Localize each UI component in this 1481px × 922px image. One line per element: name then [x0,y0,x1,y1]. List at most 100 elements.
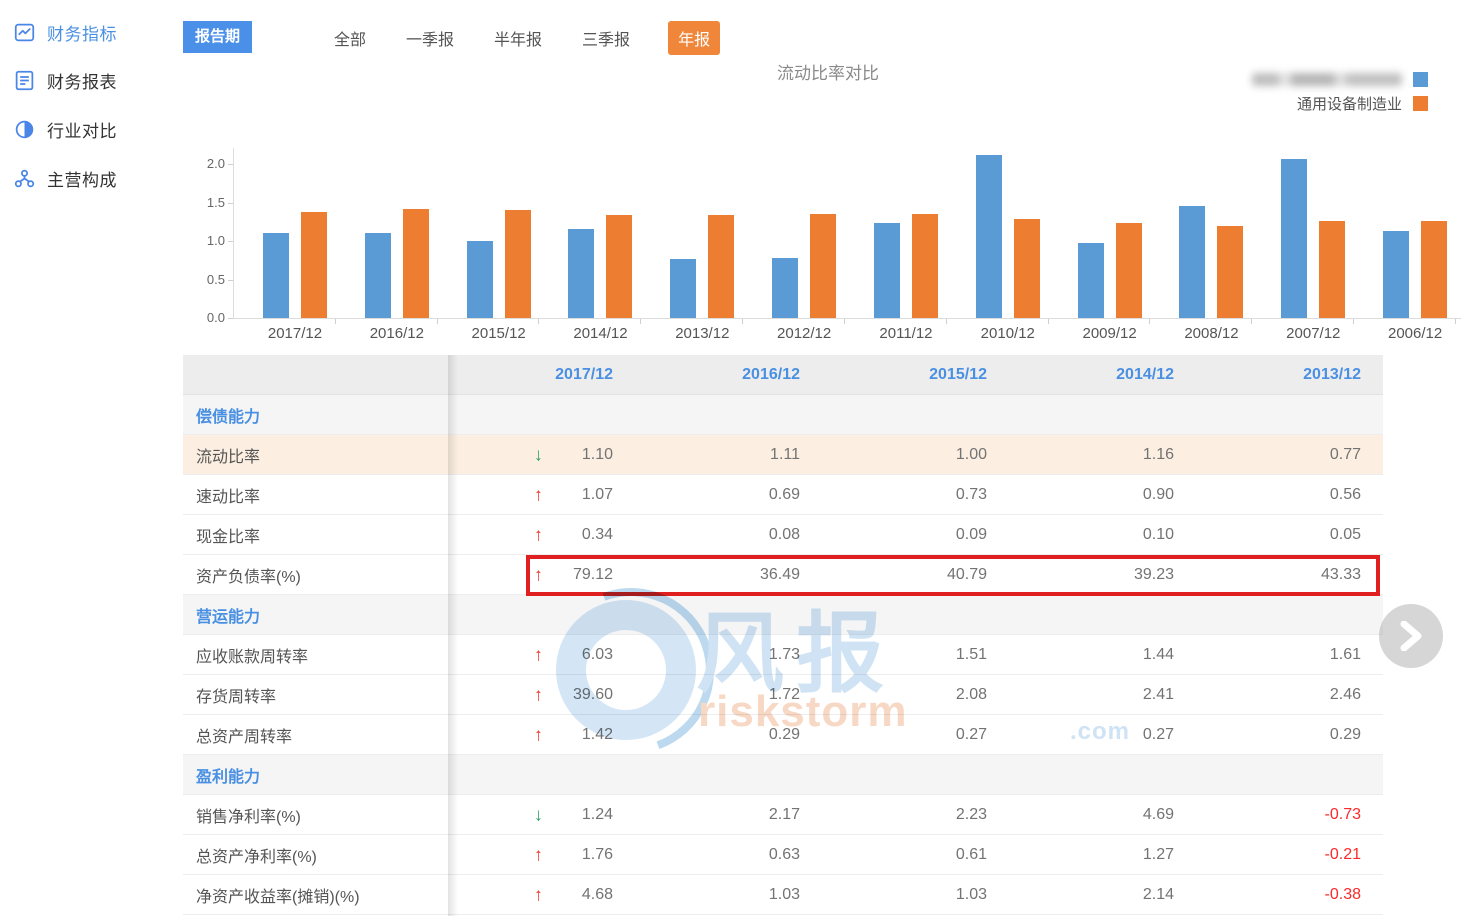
cell-value: 2.08 [956,686,987,704]
value-cell: ↑6.03 [448,635,635,674]
row-label: 净资产收益率(摊销)(%) [183,875,448,914]
bar-company [1078,243,1104,318]
table-row[interactable]: 总资产周转率↑1.420.290.270.270.29 [183,715,1383,755]
bar-industry [1014,219,1040,318]
value-cell: 1.72 [635,675,822,714]
row-label: 资产负债率(%) [183,555,448,594]
cell-value: 43.33 [1321,566,1361,584]
trend-up-icon: ↑ [534,724,543,745]
value-cell: 0.10 [1009,515,1196,554]
bar-company [263,233,289,318]
table-row[interactable]: 速动比率↑1.070.690.730.900.56 [183,475,1383,515]
x-axis-label: 2016/12 [345,325,449,342]
value-cell: 1.73 [635,635,822,674]
financial-indicators-table: 2017/122016/122015/122014/122013/12偿债能力流… [183,355,1383,915]
value-cell: 0.73 [822,475,1009,514]
sidebar-item-2[interactable]: 财务报表 [14,68,117,93]
value-cell: ↓1.10 [448,435,635,474]
value-cell: 0.29 [635,715,822,754]
cell-value: 0.61 [956,846,987,864]
table-row[interactable]: 存货周转率↑39.601.72 2.08 2.41 2.46 [183,675,1383,715]
y-axis [233,148,234,318]
table-row[interactable]: 净资产收益率(摊销)(%)↑4.681.031.032.14-0.38 [183,875,1383,915]
y-tick-label: 0.5 [189,272,225,287]
value-cell: 39.23 [1009,555,1196,594]
line-chart-icon [14,22,35,43]
legend-item-industry[interactable]: 通用设备制造业 [1252,95,1428,111]
cell-value: 0.77 [1330,446,1361,464]
cell-value: 36.49 [760,566,800,584]
sidebar-item-label: 财务指标 [47,20,117,45]
x-axis-label: 2015/12 [447,325,551,342]
y-tick-mark [228,241,233,242]
table-row[interactable]: 应收账款周转率↑6.031.731.511.441.61 [183,635,1383,675]
value-cell: 0.61 [822,835,1009,874]
cell-value: 2.41 [1143,686,1174,704]
table-row[interactable]: 现金比率↑0.340.080.090.100.05 [183,515,1383,555]
table-row[interactable]: 资产负债率(%)↑79.1236.4940.7939.2343.33 [183,555,1383,595]
cell-value: 4.68 [582,886,613,904]
y-tick-mark [228,203,233,204]
value-cell: ↑0.34 [448,515,635,554]
column-header: 2015/12 [822,355,1009,394]
cell-value: 39.23 [1134,566,1174,584]
sidebar-item-label: 行业对比 [47,117,117,142]
cell-value: 2.46 [1330,686,1361,704]
cell-value: 1.07 [582,486,613,504]
table-row[interactable]: 流动比率↓1.101.111.001.160.77 [183,435,1383,475]
value-cell: 1.03 [822,875,1009,914]
legend-swatch-company [1413,72,1428,87]
x-axis-label: 2013/12 [650,325,754,342]
table-row[interactable]: 总资产净利率(%)↑1.760.630.611.27-0.21 [183,835,1383,875]
sidebar-item-4[interactable]: 主营构成 [14,166,117,191]
value-cell: ↑1.07 [448,475,635,514]
bar-industry [505,210,531,318]
x-tick-mark [946,319,947,324]
x-axis [233,318,1461,319]
row-label: 总资产周转率 [183,715,448,754]
row-label: 存货周转率 [183,675,448,714]
tab-1[interactable]: 全部 [332,21,368,55]
value-cell: 0.08 [635,515,822,554]
chart-legend: 通用设备制造业 [1252,71,1428,111]
cell-value: 2.23 [956,806,987,824]
sidebar-item-1[interactable]: 财务指标 [14,20,117,45]
x-axis-label: 2007/12 [1261,325,1365,342]
value-cell: 4.69 [1009,795,1196,834]
cell-value: 6.03 [582,646,613,664]
y-tick-mark [228,280,233,281]
report-icon [14,70,35,91]
next-columns-button[interactable] [1379,604,1443,668]
tab-2[interactable]: 一季报 [404,21,456,55]
trend-up-icon: ↑ [534,884,543,905]
cell-value: 0.29 [1330,726,1361,744]
trend-up-icon: ↑ [534,564,543,585]
value-cell: 0.63 [635,835,822,874]
cell-value: 0.09 [956,526,987,544]
value-cell: 0.29 [1196,715,1383,754]
value-cell: 43.33 [1196,555,1383,594]
value-cell: 1.27 [1009,835,1196,874]
x-axis-label: 2014/12 [548,325,652,342]
cell-value: 2.17 [769,806,800,824]
y-tick-mark [228,164,233,165]
cell-value: 0.69 [769,486,800,504]
legend-item-company[interactable] [1252,71,1428,87]
tab-5[interactable]: 年报 [668,21,720,55]
trend-up-icon: ↑ [534,844,543,865]
x-tick-mark [844,319,845,324]
y-tick-label: 2.0 [189,156,225,171]
tab-3[interactable]: 半年报 [492,21,544,55]
value-cell: 1.61 [1196,635,1383,674]
value-cell: ↑1.76 [448,835,635,874]
table-row[interactable]: 销售净利率(%)↓1.242.172.234.69-0.73 [183,795,1383,835]
x-axis-label: 2009/12 [1058,325,1162,342]
value-cell: ↑39.60 [448,675,635,714]
tab-4[interactable]: 三季报 [580,21,632,55]
cell-value: 0.08 [769,526,800,544]
sidebar-item-3[interactable]: 行业对比 [14,117,117,142]
y-tick-label: 1.5 [189,195,225,210]
cell-value: 0.05 [1330,526,1361,544]
value-cell: 40.79 [822,555,1009,594]
section-title: 偿债能力 [183,395,1383,434]
